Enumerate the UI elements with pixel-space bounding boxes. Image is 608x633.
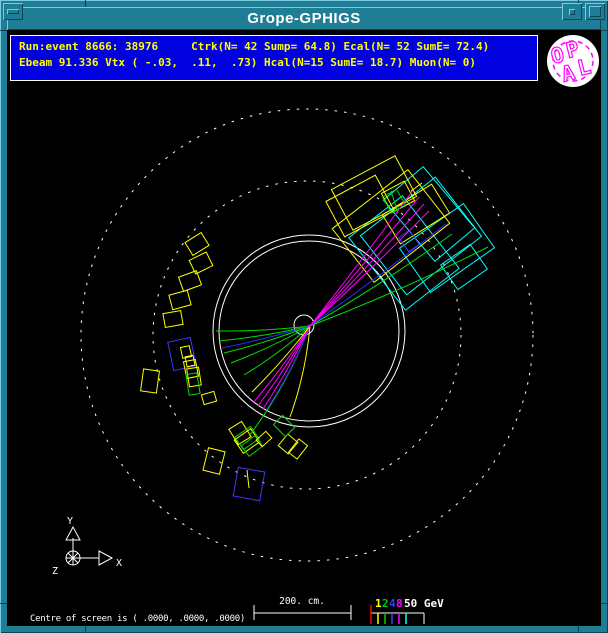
maximize-button[interactable] <box>585 3 605 20</box>
energy-legend: 124850 GeV <box>371 597 444 624</box>
energy-legend-digit: 50 GeV <box>404 597 444 610</box>
app-window: Grope-GPHIGS Y X Z <box>0 0 608 633</box>
frame-seam <box>601 30 608 31</box>
centre-status-text: Centre of screen is ( .0000, .0000, .000… <box>30 614 245 624</box>
calo-box <box>169 290 191 309</box>
frame-seam <box>0 30 7 31</box>
energy-legend-digit: 1 <box>375 597 382 610</box>
detector-graphics <box>81 109 533 561</box>
calo-box <box>179 271 202 292</box>
energy-legend-digit: 8 <box>396 597 403 610</box>
run-info-line-1: Run:event 8666: 38976 Ctrk(N= 42 Sump= 6… <box>19 39 537 55</box>
run-info-panel: Run:event 8666: 38976 Ctrk(N= 42 Sump= 6… <box>10 35 538 81</box>
window-menu-icon <box>7 9 19 14</box>
frame-seam <box>578 626 579 633</box>
beam-spot <box>308 325 311 328</box>
maximize-icon <box>589 6 601 17</box>
iconify-icon <box>569 9 575 15</box>
calo-box <box>360 177 481 295</box>
calo-box <box>163 311 183 328</box>
particle-track <box>411 183 422 191</box>
frame-seam <box>601 603 608 604</box>
titlebar[interactable]: Grope-GPHIGS <box>7 7 601 30</box>
calo-box <box>273 415 294 436</box>
particle-track <box>310 234 452 326</box>
calo-box <box>203 448 225 474</box>
x-axis-arrowhead <box>99 551 112 565</box>
axis-gizmo: Y X Z <box>52 516 122 577</box>
window-menu-button[interactable] <box>3 3 23 20</box>
frame-seam <box>85 626 86 633</box>
z-axis-label: Z <box>52 566 58 577</box>
calo-box <box>288 439 307 459</box>
frame-seam <box>0 603 7 604</box>
energy-legend-digits: 124850 GeV <box>375 597 444 610</box>
canvas-area: Y X Z 200. cm. 124850 GeV Centre of scre… <box>7 30 601 626</box>
x-axis-label: X <box>116 558 122 569</box>
calo-box <box>382 184 449 244</box>
event-display[interactable]: Y X Z 200. cm. 124850 GeV Centre of scre… <box>7 30 601 626</box>
frame-seam <box>85 0 86 7</box>
particle-track <box>247 470 249 488</box>
calo-box <box>201 391 216 404</box>
particle-track <box>290 326 310 417</box>
particle-track <box>310 247 488 326</box>
calo-box <box>141 369 160 393</box>
window-title: Grope-GPHIGS <box>247 10 361 27</box>
run-info-line-2: Ebeam 91.336 Vtx ( -.03, .11, .73) Hcal(… <box>19 55 537 71</box>
energy-legend-digit: 2 <box>382 597 389 610</box>
iconify-button[interactable] <box>562 3 582 20</box>
y-axis-label: Y <box>67 516 73 527</box>
energy-legend-digit: 4 <box>389 597 396 610</box>
calo-box <box>326 175 394 237</box>
opal-logo: O P A L <box>545 33 601 89</box>
scale-label: 200. cm. <box>279 596 325 607</box>
calo-box <box>383 167 474 262</box>
scale-bar: 200. cm. <box>254 596 351 620</box>
